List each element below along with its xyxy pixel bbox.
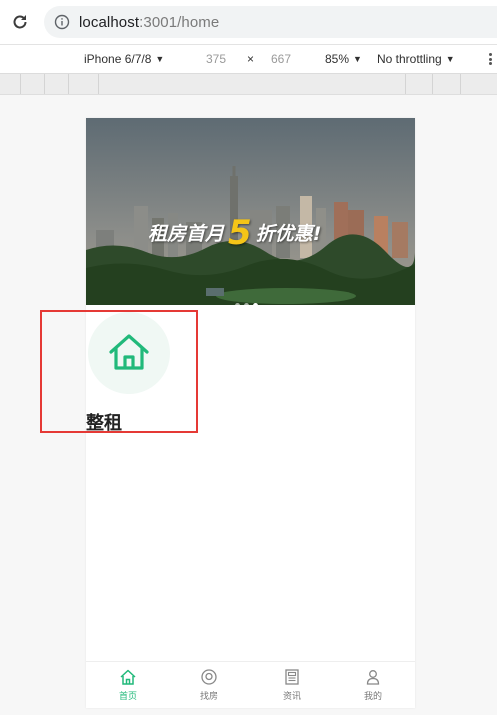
carousel-indicators	[235, 295, 262, 305]
device-select[interactable]: iPhone 6/7/8 ▼	[84, 52, 164, 66]
device-select-label: iPhone 6/7/8	[84, 52, 152, 66]
media-query-ruler	[0, 74, 497, 95]
user-icon	[366, 670, 380, 685]
url-host: localhost	[79, 14, 140, 31]
zoom-select-label: 85%	[325, 52, 350, 66]
browser-address-bar: localhost:3001/home	[0, 0, 497, 45]
url-text: localhost:3001/home	[79, 14, 219, 31]
throttling-select[interactable]: No throttling ▼	[377, 52, 455, 66]
tab-find-house[interactable]: 找房	[179, 668, 239, 702]
banner-text-after: 折优惠!	[255, 223, 322, 245]
viewport-width-input[interactable]: 375	[206, 52, 226, 66]
zoom-select[interactable]: 85% ▼	[325, 52, 362, 66]
carousel-dot-active[interactable]	[253, 303, 258, 305]
bottom-tab-bar: 首页 找房 资讯 我的	[86, 661, 415, 708]
device-toolbar: iPhone 6/7/8 ▼ 375 × 667 85% ▼ No throttli…	[0, 45, 497, 74]
chevron-down-icon: ▼	[353, 54, 362, 64]
tab-home[interactable]: 首页	[98, 668, 158, 702]
dimension-separator: ×	[247, 52, 255, 66]
viewport-height-input[interactable]: 667	[271, 52, 291, 66]
banner-promo-text: 租房首月 5 折优惠!	[148, 213, 321, 253]
url-field[interactable]: localhost:3001/home	[44, 6, 497, 38]
banner-image	[86, 118, 415, 305]
reload-icon[interactable]	[10, 12, 30, 32]
news-icon	[285, 669, 299, 685]
url-path: :3001/home	[139, 14, 220, 31]
tab-home-label: 首页	[118, 691, 137, 701]
tab-mine[interactable]: 我的	[343, 668, 403, 702]
carousel-banner[interactable]: 租房首月 5 折优惠!	[86, 118, 415, 305]
carousel-dot[interactable]	[244, 303, 249, 305]
banner-text-number: 5	[228, 213, 252, 253]
tab-news[interactable]: 资讯	[262, 668, 322, 702]
search-icon	[201, 669, 217, 685]
home-icon	[120, 669, 136, 685]
tab-find-house-label: 找房	[199, 691, 218, 701]
banner-text-before: 租房首月	[148, 223, 225, 245]
more-options-icon[interactable]	[489, 53, 493, 65]
info-icon[interactable]	[54, 14, 70, 30]
tab-news-label: 资讯	[282, 691, 301, 701]
tab-mine-label: 我的	[363, 691, 382, 701]
carousel-dot[interactable]	[235, 303, 240, 305]
highlight-box	[40, 310, 198, 433]
chevron-down-icon: ▼	[155, 54, 165, 64]
chevron-down-icon: ▼	[445, 54, 455, 64]
throttling-select-label: No throttling	[377, 52, 442, 66]
